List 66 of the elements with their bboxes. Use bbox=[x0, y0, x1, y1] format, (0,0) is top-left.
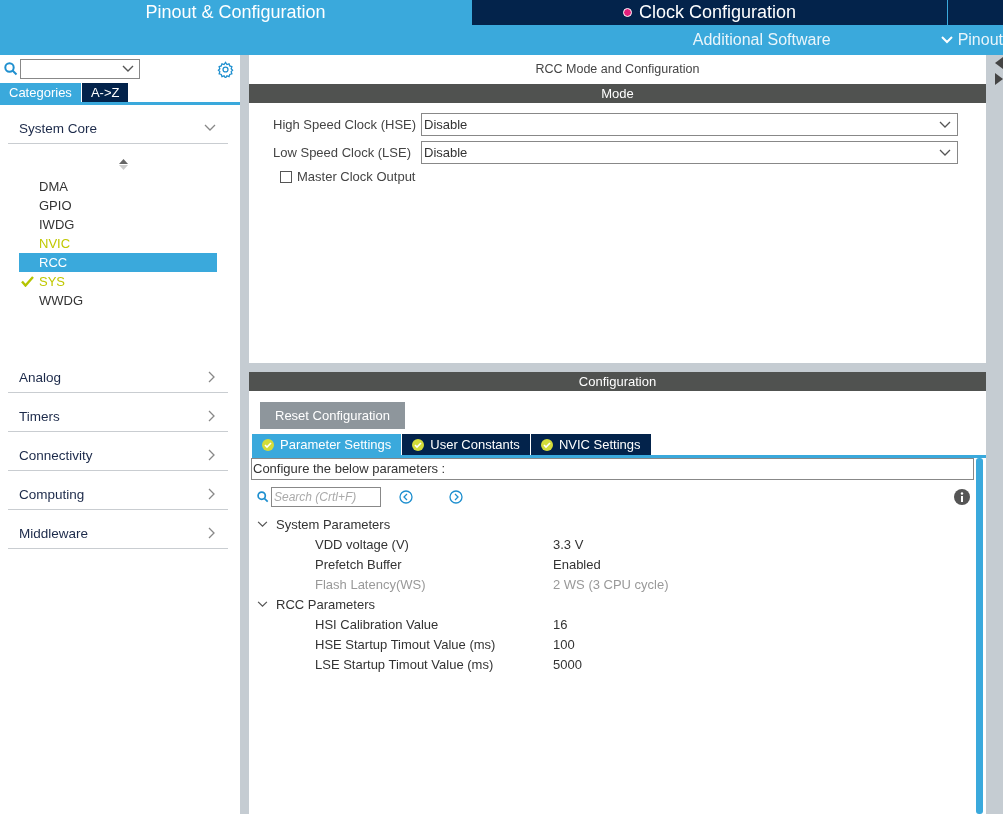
field-label: High Speed Clock (HSE) bbox=[273, 117, 418, 132]
top-tab[interactable]: Clock Configuration bbox=[472, 0, 947, 25]
field-label: Low Speed Clock (LSE) bbox=[273, 145, 412, 160]
chevron-down-icon bbox=[939, 120, 951, 129]
settings-icon[interactable] bbox=[217, 60, 234, 78]
peripheral-item[interactable]: IWDG bbox=[19, 215, 217, 234]
parameter-value: Enabled bbox=[553, 556, 601, 572]
search-icon bbox=[257, 491, 269, 503]
info-icon[interactable] bbox=[954, 489, 970, 505]
parameter-value: 16 bbox=[553, 616, 568, 632]
parameter-value: 100 bbox=[553, 636, 575, 652]
settings-tab[interactable]: User Constants bbox=[402, 434, 530, 455]
dropdown[interactable]: Disable bbox=[421, 141, 958, 164]
parameter-name: VDD voltage (V) bbox=[314, 536, 410, 552]
parameter-value: 3.3 V bbox=[553, 536, 584, 552]
chevron-down-icon bbox=[122, 65, 134, 73]
peripheral-item[interactable]: GPIO bbox=[19, 196, 217, 215]
parameter-name: Flash Latency(WS) bbox=[314, 576, 427, 592]
sort-icon[interactable] bbox=[119, 159, 128, 170]
check-circle-icon bbox=[540, 438, 553, 451]
hint-text: Configure the below parameters : bbox=[251, 458, 974, 480]
chevron-down-icon bbox=[940, 36, 953, 44]
parameter-name: LSE Startup Timout Value (ms) bbox=[314, 656, 495, 672]
peripheral-item[interactable]: DMA bbox=[19, 177, 217, 196]
category-header[interactable]: Computing bbox=[8, 479, 228, 510]
chevron-down-icon bbox=[257, 520, 268, 528]
chevron-right-icon bbox=[208, 371, 216, 383]
group-header[interactable]: RCC Parameters bbox=[251, 594, 974, 614]
chevron-down-icon bbox=[204, 124, 216, 132]
search-icon bbox=[4, 62, 18, 76]
parameter-name: HSI Calibration Value bbox=[314, 616, 440, 632]
group-header[interactable]: System Parameters bbox=[251, 514, 974, 534]
checkbox-label: Master Clock Output bbox=[297, 169, 416, 184]
settings-tab[interactable]: NVIC Settings bbox=[530, 434, 651, 455]
search-field[interactable]: Search (Crtl+F) bbox=[271, 487, 381, 507]
parameter-value: 2 WS (3 CPU cycle) bbox=[553, 576, 669, 592]
panel-title: RCC Mode and Configuration bbox=[534, 61, 701, 78]
next-icon[interactable] bbox=[449, 490, 463, 504]
arrow-right-icon[interactable] bbox=[995, 73, 1003, 85]
chevron-down-icon bbox=[939, 148, 951, 157]
dropdown[interactable]: Disable bbox=[421, 113, 958, 136]
chevron-right-icon bbox=[208, 449, 216, 461]
chevron-right-icon bbox=[208, 410, 216, 422]
parameter-name: Prefetch Buffer bbox=[314, 556, 403, 572]
arrow-left-icon[interactable] bbox=[995, 57, 1003, 69]
check-circle-icon bbox=[412, 438, 425, 451]
section-header: Configuration bbox=[249, 372, 986, 391]
category-header[interactable]: Timers bbox=[8, 401, 228, 432]
view-tab[interactable]: A->Z bbox=[81, 83, 129, 102]
parameter-value: 5000 bbox=[553, 656, 582, 672]
check-circle-icon bbox=[262, 438, 274, 451]
previous-icon[interactable] bbox=[399, 490, 413, 504]
checkbox[interactable] bbox=[280, 170, 292, 183]
peripheral-item[interactable]: WWDG bbox=[19, 291, 217, 310]
search-dropdown[interactable] bbox=[20, 59, 140, 79]
parameter-name: HSE Startup Timout Value (ms) bbox=[314, 636, 497, 652]
section-header: Mode bbox=[249, 84, 986, 103]
category-header[interactable]: Middleware bbox=[8, 518, 228, 549]
chevron-right-icon bbox=[208, 527, 216, 539]
chevron-down-icon bbox=[257, 600, 268, 608]
chevron-right-icon bbox=[208, 488, 216, 500]
status-dot-icon bbox=[622, 8, 632, 17]
category-header[interactable]: Connectivity bbox=[8, 440, 228, 471]
scrollbar[interactable] bbox=[976, 458, 983, 814]
category-header[interactable]: Analog bbox=[8, 362, 228, 393]
category-header[interactable]: System Core bbox=[8, 113, 228, 144]
